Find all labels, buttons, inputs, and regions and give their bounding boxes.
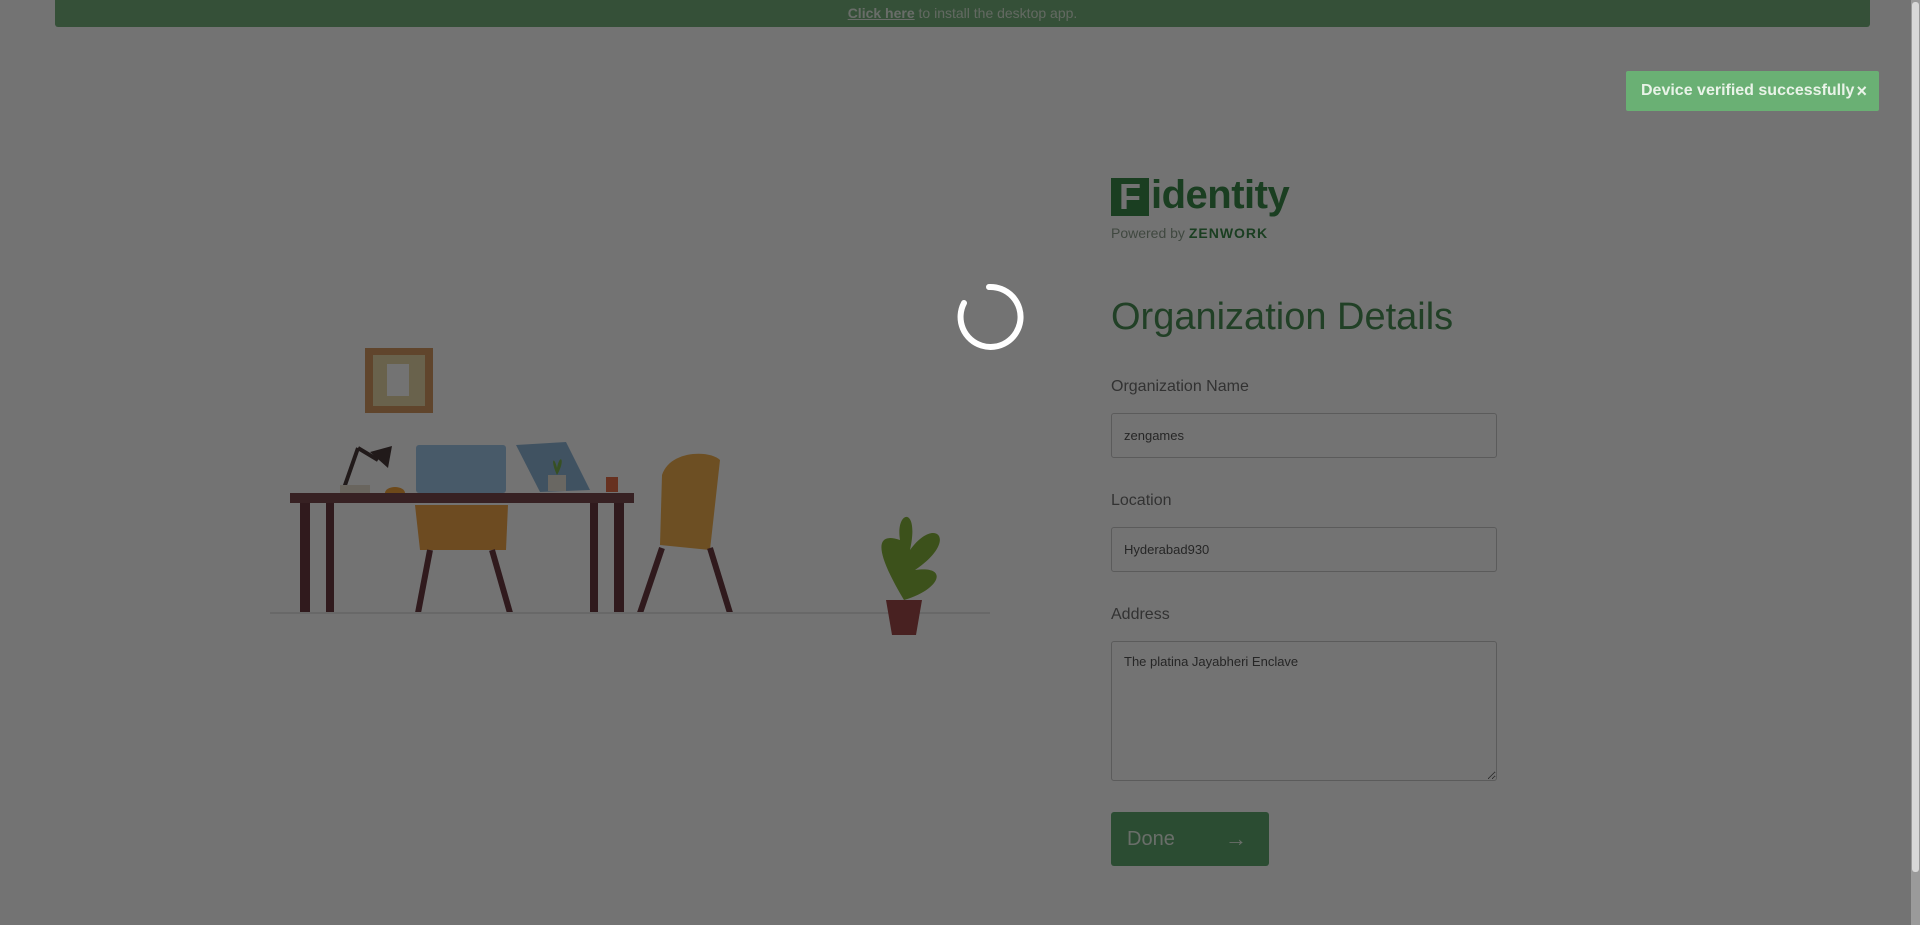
install-desktop-link[interactable]: Click here [848,5,915,21]
device-verified-toast: Device verified successfully × [1626,71,1879,111]
done-button-label: Done [1127,827,1175,850]
desk-leg-3 [590,503,598,613]
logo-mark: F [1111,178,1149,216]
desk-top [290,493,634,503]
scrollbar-thumb[interactable] [1912,2,1919,872]
loading-spinner-icon [957,283,1024,350]
frame-paper [387,364,409,396]
toast-message: Device verified successfully [1641,82,1855,99]
desk-leg-4 [614,503,624,613]
fidentity-logo: F identity Powered by ZENWORK [1111,173,1311,246]
banner-text: to install the desktop app. [914,5,1078,21]
desk-leg-2 [326,503,334,613]
page-scrollbar[interactable] [1911,0,1920,925]
office-desk-illustration [270,348,990,635]
done-button[interactable]: Done → [1111,812,1269,866]
pen-cup [606,477,618,492]
powered-by-text: Powered by [1111,225,1185,241]
plant-pot-small [548,475,566,491]
org-name-label: Organization Name [1111,378,1249,395]
plant-pot-large [886,600,922,635]
chair-under-desk [415,505,508,550]
address-label: Address [1111,606,1170,623]
arrow-right-icon: → [1225,826,1247,851]
logo-wordmark: identity [1151,173,1290,217]
location-label: Location [1111,492,1172,509]
floor-line [270,612,990,614]
desktop-app-banner: Click here to install the desktop app. [55,0,1870,27]
address-textarea[interactable]: The platina Jayabheri Enclave [1111,641,1497,781]
desk-leg-1 [300,503,310,613]
org-name-input[interactable] [1111,413,1497,458]
company-name: ZENWORK [1188,225,1269,241]
powered-by-line: Powered by ZENWORK [1111,225,1268,241]
laptop-left [416,445,506,493]
page-title: Organization Details [1111,296,1454,338]
close-icon[interactable]: × [1856,71,1867,111]
location-input[interactable] [1111,527,1497,572]
chair-right [660,453,720,550]
